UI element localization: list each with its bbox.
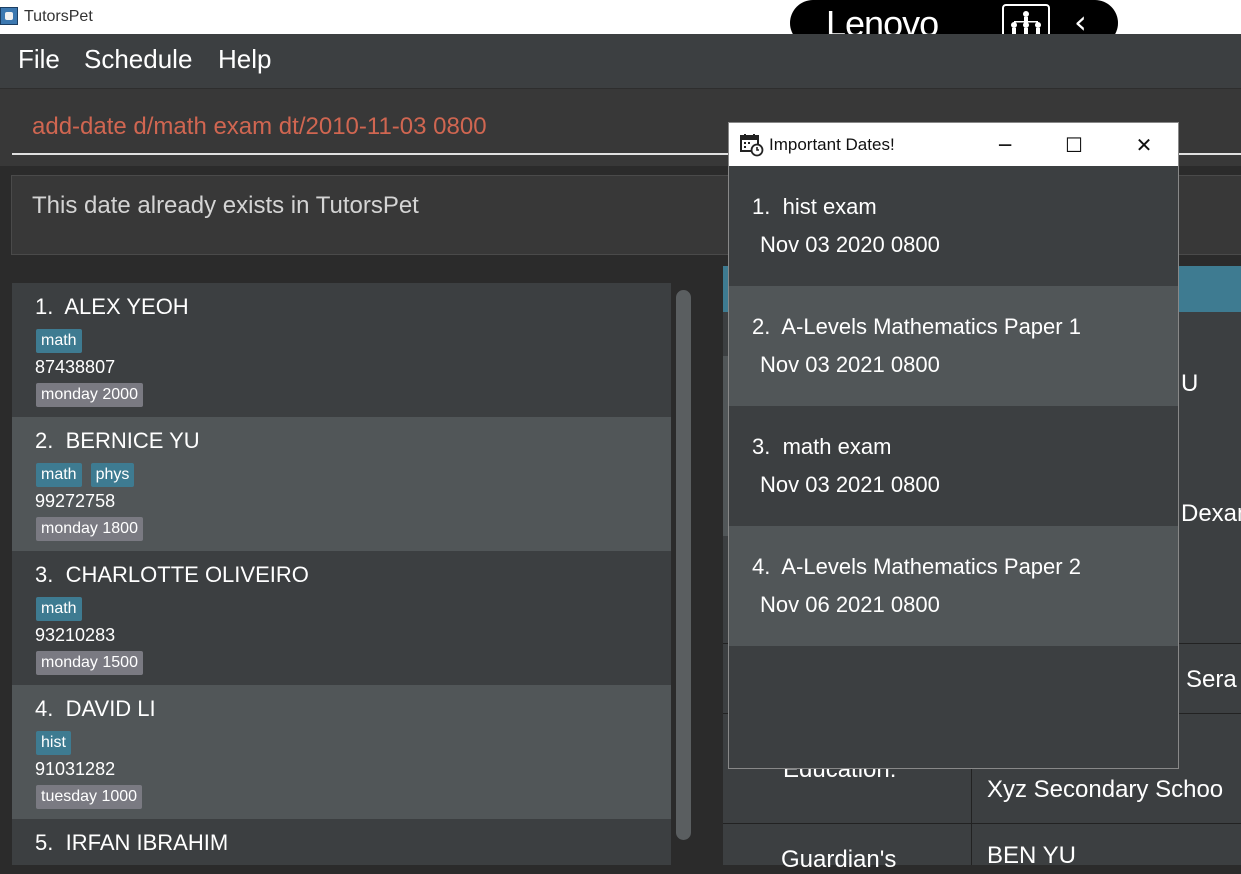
date-list-item[interactable]: 4. A-Levels Mathematics Paper 2 Nov 06 2… xyxy=(729,526,1178,646)
subject-tags: math xyxy=(36,329,91,353)
student-card[interactable]: 1. ALEX YEOH math 87438807 monday 2000 xyxy=(12,283,671,417)
subject-tag: phys xyxy=(90,463,135,487)
popup-title-bar[interactable]: Important Dates! ─ ☐ ✕ xyxy=(729,123,1178,166)
student-card[interactable]: 5. IRFAN IBRAHIM xyxy=(12,819,671,865)
date-datetime: Nov 03 2021 0800 xyxy=(760,472,940,497)
subject-tags: math phys xyxy=(36,463,143,487)
detail-subjects-fragment: Dexam xyxy=(1181,500,1241,527)
menu-schedule[interactable]: Schedule xyxy=(84,44,192,75)
command-input[interactable]: add-date d/math exam dt/2010-11-03 0800 xyxy=(32,113,487,141)
popup-title: Important Dates! xyxy=(769,135,895,154)
guardian-value: BEN YU xyxy=(987,842,1076,869)
student-card[interactable]: 3. CHARLOTTE OLIVEIRO math 93210283 mond… xyxy=(12,551,671,685)
student-phone: 87438807 xyxy=(35,357,116,377)
student-card[interactable]: 2. BERNICE YU math phys 99272758 monday 1… xyxy=(12,417,671,551)
important-dates-window[interactable]: Important Dates! ─ ☐ ✕ 1. hist exam Nov … xyxy=(728,122,1179,769)
close-button[interactable]: ✕ xyxy=(1121,127,1167,163)
minimize-button[interactable]: ─ xyxy=(982,127,1028,163)
date-title: 4. A-Levels Mathematics Paper 2 xyxy=(752,554,1081,579)
date-list-item[interactable]: 2. A-Levels Mathematics Paper 1 Nov 03 2… xyxy=(729,286,1178,406)
menu-bar: File Schedule Help xyxy=(0,34,1241,89)
date-title: 3. math exam xyxy=(752,434,892,459)
subject-tag: math xyxy=(36,597,82,621)
app-paw-icon xyxy=(0,7,18,25)
detail-name-fragment: U xyxy=(1181,370,1199,397)
list-scrollbar[interactable] xyxy=(676,290,691,840)
subject-tags: math xyxy=(36,597,91,621)
maximize-button[interactable]: ☐ xyxy=(1051,127,1097,163)
date-datetime: Nov 06 2021 0800 xyxy=(760,592,940,617)
detail-address-fragment: Sera xyxy=(1186,666,1237,693)
calendar-clock-icon xyxy=(740,133,764,157)
student-name: 5. IRFAN IBRAHIM xyxy=(35,830,229,855)
window-title-bar[interactable]: TutorsPet Lenovo ‹ xyxy=(0,0,1241,46)
date-datetime: Nov 03 2020 0800 xyxy=(760,232,940,257)
subject-tags: hist xyxy=(36,731,80,755)
date-list-item[interactable]: 1. hist exam Nov 03 2020 0800 xyxy=(729,166,1178,286)
student-list-panel: 1. ALEX YEOH math 87438807 monday 2000 2… xyxy=(0,266,711,865)
student-name: 2. BERNICE YU xyxy=(35,428,200,453)
result-message: This date already exists in TutorsPet xyxy=(32,192,419,219)
education-value: Xyz Secondary Schoo xyxy=(987,776,1224,803)
lesson-tag: tuesday 1000 xyxy=(36,785,143,809)
guardian-label: Guardian's xyxy=(781,846,897,873)
subject-tag: math xyxy=(36,463,82,487)
student-phone: 93210283 xyxy=(35,625,116,645)
date-title: 1. hist exam xyxy=(752,194,877,219)
date-list-item[interactable]: 3. math exam Nov 03 2021 0800 xyxy=(729,406,1178,526)
student-name: 4. DAVID LI xyxy=(35,696,156,721)
lesson-tag: monday 1500 xyxy=(36,651,143,675)
student-name: 3. CHARLOTTE OLIVEIRO xyxy=(35,562,309,587)
lesson-tag: monday 2000 xyxy=(36,383,143,407)
student-name: 1. ALEX YEOH xyxy=(35,294,189,319)
subject-tag: math xyxy=(36,329,82,353)
student-phone: 91031282 xyxy=(35,759,116,779)
lesson-tag: monday 1800 xyxy=(36,517,143,541)
window-title: TutorsPet xyxy=(24,8,93,25)
date-datetime: Nov 03 2021 0800 xyxy=(760,352,940,377)
detail-divider xyxy=(723,823,1241,824)
menu-file[interactable]: File xyxy=(18,44,60,75)
date-title: 2. A-Levels Mathematics Paper 1 xyxy=(752,314,1081,339)
subject-tag: hist xyxy=(36,731,71,755)
student-phone: 99272758 xyxy=(35,491,116,511)
student-card[interactable]: 4. DAVID LI hist 91031282 tuesday 1000 xyxy=(12,685,671,819)
menu-help[interactable]: Help xyxy=(218,44,271,75)
